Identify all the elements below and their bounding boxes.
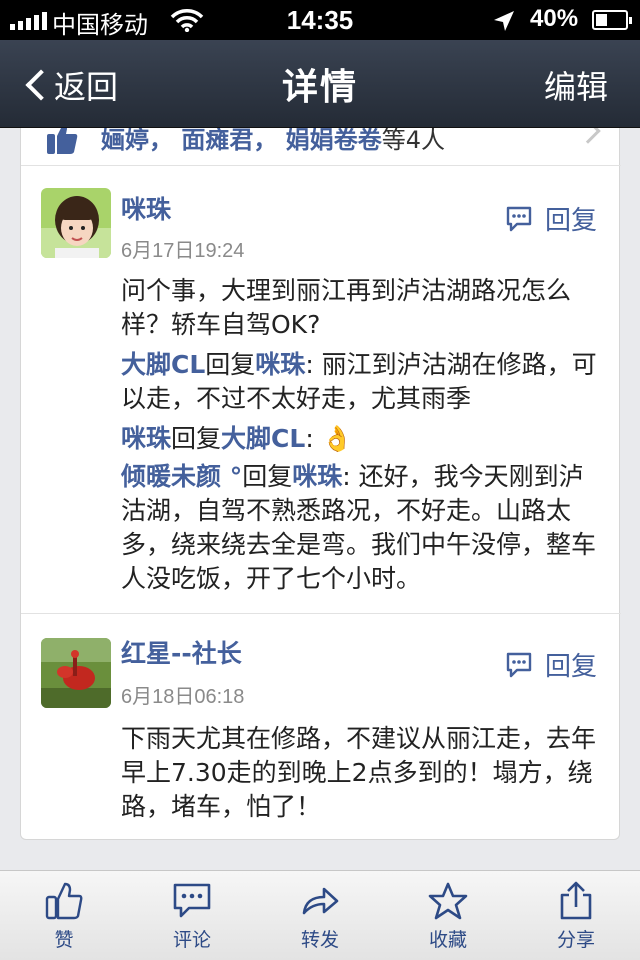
sub-reply-to[interactable]: 咪珠 [292, 462, 342, 491]
share-icon [560, 881, 592, 920]
thumbs-up-icon [45, 882, 83, 920]
reply-button[interactable]: 回复 [505, 200, 597, 237]
thumbs-up-icon [47, 128, 78, 154]
comment-item: 红星--社长 6月18日06:18 回复 下雨天尤其在修路，不建议从丽江走，去年… [21, 614, 621, 840]
battery-icon [592, 10, 632, 30]
like-button[interactable]: 赞 [0, 871, 128, 960]
status-bar: 中国移动 14:35 40% [0, 0, 640, 40]
tab-label: 收藏 [428, 929, 467, 951]
sub-reply-verb: 回复 [205, 350, 256, 379]
favorite-button[interactable]: 收藏 [384, 871, 512, 960]
likes-suffix: 等4人 [381, 128, 445, 154]
sub-reply-to[interactable]: 咪珠 [255, 350, 305, 379]
sub-reply-verb: 回复 [171, 424, 222, 453]
sub-reply: 大脚CL回复咪珠: 丽江到泸沽湖在修路，可以走，不过不太好走，尤其雨季 [121, 348, 597, 416]
edit-button[interactable]: 编辑 [544, 62, 608, 108]
comment-username[interactable]: 咪珠 [121, 190, 171, 226]
sub-reply-from[interactable]: 倾暖未颜 ° [121, 462, 242, 491]
tab-label: 转发 [300, 929, 339, 951]
reply-button[interactable]: 回复 [505, 646, 597, 683]
reply-label: 回复 [544, 206, 597, 236]
avatar[interactable] [41, 638, 111, 708]
sub-reply-from[interactable]: 咪珠 [121, 424, 171, 453]
chevron-right-icon [575, 128, 601, 144]
comments-card: 婳婷， 面瘫君， 娟娟卷卷等4人 咪珠 6月17日19:24 回复 问个事，大理… [20, 128, 621, 840]
battery-percent: 40% [530, 5, 579, 32]
comment-text: 问个事，大理到丽江再到泸沽湖路况怎么样？轿车自驾OK? [121, 276, 572, 339]
avatar-landscape-image [41, 638, 111, 708]
comment-icon [173, 883, 211, 918]
reply-label: 回复 [544, 652, 597, 682]
comment-bubble-icon [506, 206, 532, 231]
nav-bar: 返回 详情 编辑 [0, 40, 640, 128]
comment-button[interactable]: 评论 [128, 871, 256, 960]
bottom-toolbar: 赞 评论 转发 收藏 分享 [0, 870, 640, 960]
likes-text: 婳婷， 面瘫君， 娟娟卷卷等4人 [101, 128, 445, 155]
tab-label: 分享 [556, 929, 595, 951]
location-arrow-icon [494, 11, 514, 31]
detail-content[interactable]: 婳婷， 面瘫君， 娟娟卷卷等4人 咪珠 6月17日19:24 回复 问个事，大理… [0, 128, 640, 870]
sub-reply: 咪珠回复大脚CL: 👌 [121, 422, 597, 456]
forward-button[interactable]: 转发 [256, 871, 384, 960]
comment-bubble-icon [506, 652, 532, 677]
share-button[interactable]: 分享 [512, 871, 640, 960]
avatar[interactable] [41, 188, 111, 258]
comment-username[interactable]: 红星--社长 [121, 634, 242, 670]
likes-row[interactable]: 婳婷， 面瘫君， 娟娟卷卷等4人 [21, 128, 621, 166]
avatar-girl-image [41, 188, 111, 258]
star-icon [428, 882, 468, 920]
likes-names[interactable]: 婳婷， 面瘫君， 娟娟卷卷 [101, 128, 382, 154]
tab-label: 评论 [172, 929, 211, 951]
sub-reply-from[interactable]: 大脚CL [121, 350, 205, 379]
comment-item: 咪珠 6月17日19:24 回复 问个事，大理到丽江再到泸沽湖路况怎么样？轿车自… [21, 166, 621, 614]
forward-icon [302, 887, 339, 915]
comment-text: 下雨天尤其在修路，不建议从丽江走，去年早上7.30走的到晚上2点多到的！塌方，绕… [121, 724, 597, 821]
comment-time: 6月18日06:18 [121, 686, 245, 708]
tab-label: 赞 [54, 929, 74, 951]
comment-time: 6月17日19:24 [121, 240, 245, 262]
sub-reply-verb: 回复 [242, 462, 293, 491]
sub-reply-text: : 👌 [305, 424, 353, 453]
sub-reply: 倾暖未颜 °回复咪珠: 还好，我今天刚到泸沽湖，自驾不熟悉路况，不好走。山路太多… [121, 460, 597, 596]
sub-reply-to[interactable]: 大脚CL [221, 424, 305, 453]
